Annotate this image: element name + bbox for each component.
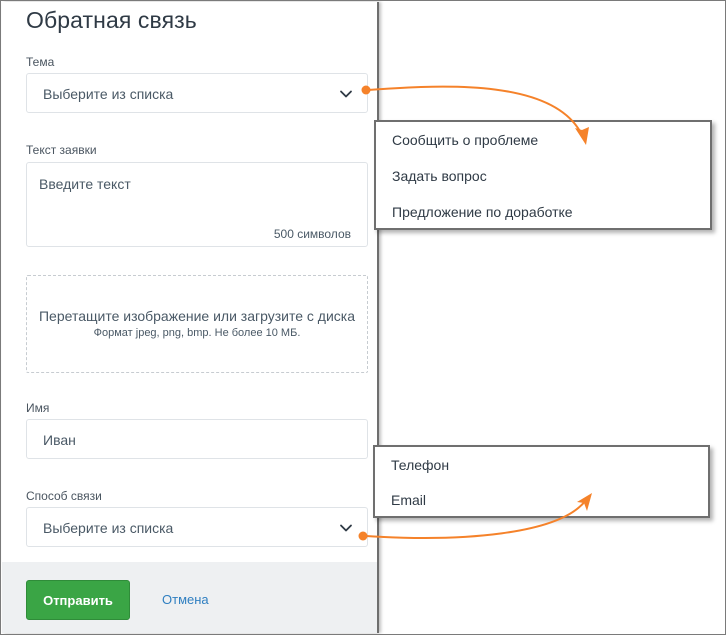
- dot-icon: [361, 85, 371, 95]
- curved-arrow-icon: [365, 493, 592, 539]
- curved-arrow-icon: [367, 85, 589, 145]
- dot-icon: [358, 531, 368, 541]
- callout-arrows: [358, 85, 592, 541]
